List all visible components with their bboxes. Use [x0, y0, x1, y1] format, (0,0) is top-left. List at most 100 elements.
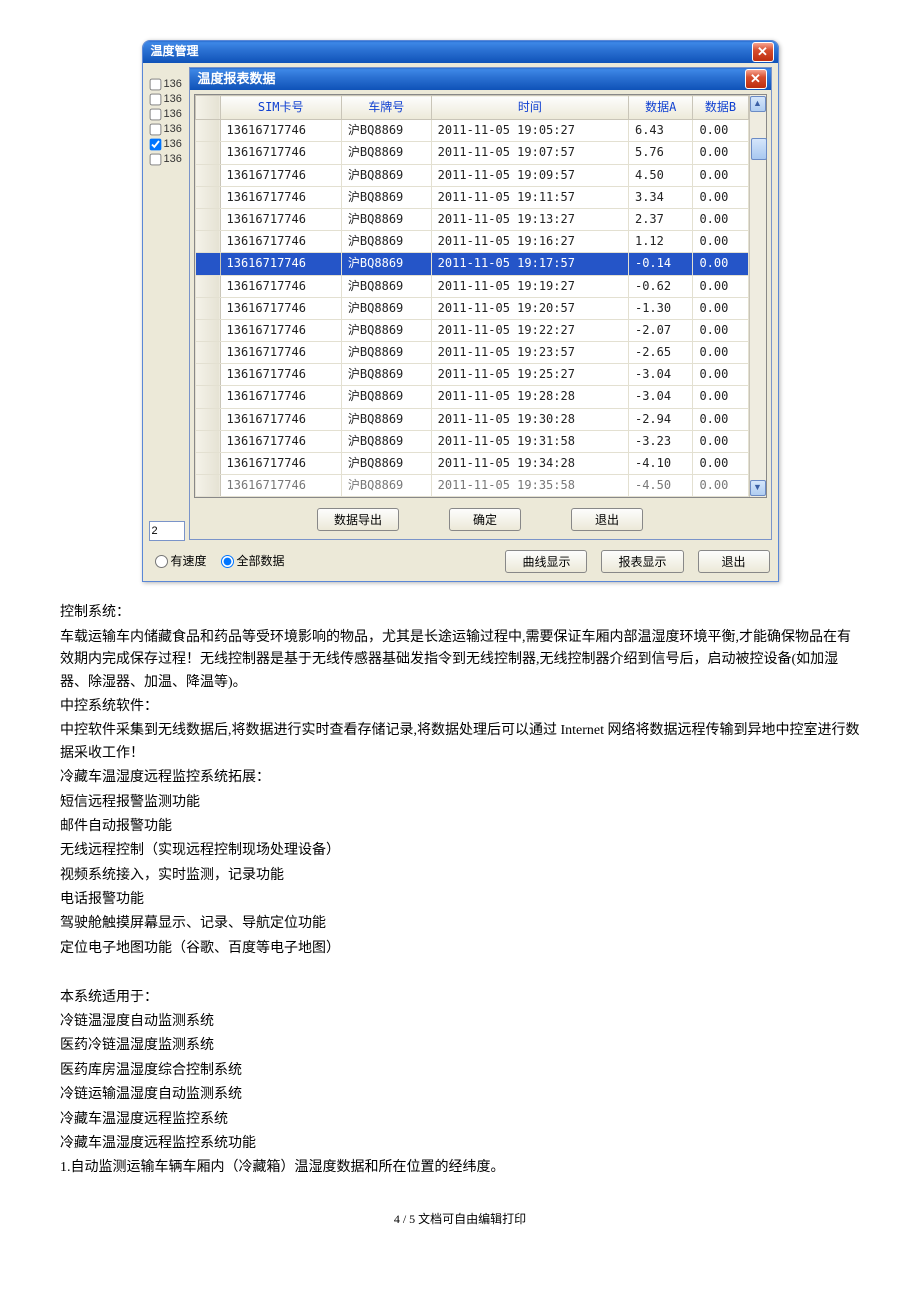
strip-checkbox[interactable]	[149, 109, 161, 121]
cell-a: 1.12	[628, 231, 692, 253]
scroll-down-icon[interactable]: ▼	[750, 480, 766, 496]
cell-sim: 13616717746	[220, 364, 341, 386]
exit-button[interactable]: 退出	[571, 508, 643, 531]
table-row[interactable]: 13616717746沪BQ88692011-11-05 19:28:28-3.…	[195, 386, 748, 408]
column-header[interactable]: 车牌号	[341, 96, 431, 120]
cell-time: 2011-11-05 19:35:58	[431, 475, 628, 497]
cell-sim: 13616717746	[220, 120, 341, 142]
body-paragraph: 1.自动监测运输车辆车厢内（冷藏箱）温湿度数据和所在位置的经纬度。	[60, 1157, 860, 1179]
cell-a: -4.50	[628, 475, 692, 497]
column-header[interactable]: 时间	[431, 96, 628, 120]
table-row[interactable]: 13616717746沪BQ88692011-11-05 19:13:272.3…	[195, 208, 748, 230]
inner-window: 温度报表数据 ✕ SIM卡号车牌号时间数据A数据B 13616717746沪BQ…	[189, 67, 772, 540]
cell-sim: 13616717746	[220, 164, 341, 186]
column-header[interactable]: 数据B	[693, 96, 748, 120]
cell-b: 0.00	[693, 319, 748, 341]
column-header[interactable]: SIM卡号	[220, 96, 341, 120]
radio-all[interactable]: 全部数据	[221, 552, 285, 571]
cell-b: 0.00	[693, 342, 748, 364]
body-paragraph: 中控系统软件：	[60, 696, 860, 718]
cell-sim: 13616717746	[220, 319, 341, 341]
table-button[interactable]: 报表显示	[601, 550, 683, 573]
body-paragraph: 视频系统接入，实时监测，记录功能	[60, 865, 860, 887]
table-row[interactable]: 13616717746沪BQ88692011-11-05 19:35:58-4.…	[195, 475, 748, 497]
table-row[interactable]: 13616717746沪BQ88692011-11-05 19:23:57-2.…	[195, 342, 748, 364]
strip-checkbox[interactable]	[149, 94, 161, 106]
strip-checkbox[interactable]	[149, 124, 161, 136]
table-row[interactable]: 13616717746沪BQ88692011-11-05 19:22:27-2.…	[195, 319, 748, 341]
cell-plate: 沪BQ8869	[341, 430, 431, 452]
table-row[interactable]: 13616717746沪BQ88692011-11-05 19:11:573.3…	[195, 186, 748, 208]
cell-time: 2011-11-05 19:20:57	[431, 297, 628, 319]
cell-a: -2.94	[628, 408, 692, 430]
outer-exit-button[interactable]: 退出	[698, 550, 770, 573]
strip-checkbox[interactable]	[149, 139, 161, 151]
radio-speed[interactable]: 有速度	[155, 552, 207, 571]
strip-checkbox[interactable]	[149, 79, 161, 91]
cell-time: 2011-11-05 19:07:57	[431, 142, 628, 164]
scroll-up-icon[interactable]: ▲	[750, 96, 766, 112]
cell-b: 0.00	[693, 253, 748, 275]
cell-plate: 沪BQ8869	[341, 453, 431, 475]
cell-b: 0.00	[693, 186, 748, 208]
cell-a: 6.43	[628, 120, 692, 142]
cell-time: 2011-11-05 19:17:57	[431, 253, 628, 275]
curve-button[interactable]: 曲线显示	[505, 550, 587, 573]
cell-a: -2.65	[628, 342, 692, 364]
body-paragraph: 冷链温湿度自动监测系统	[60, 1011, 860, 1033]
radio-all-input[interactable]	[221, 555, 234, 568]
cell-a: -3.23	[628, 430, 692, 452]
cell-sim: 13616717746	[220, 142, 341, 164]
table-row[interactable]: 13616717746沪BQ88692011-11-05 19:05:276.4…	[195, 120, 748, 142]
checkbox-strip: 136136136136136136	[149, 77, 187, 167]
body-paragraph: 无线远程控制（实现远程控制现场处理设备）	[60, 840, 860, 862]
table-row[interactable]: 13616717746沪BQ88692011-11-05 19:31:58-3.…	[195, 430, 748, 452]
close-icon[interactable]: ✕	[745, 69, 767, 89]
table-row[interactable]: 13616717746沪BQ88692011-11-05 19:34:28-4.…	[195, 453, 748, 475]
cell-a: -3.04	[628, 386, 692, 408]
radio-all-label: 全部数据	[237, 552, 285, 571]
body-paragraph: 车载运输车内储藏食品和药品等受环境影响的物品，尤其是长途运输过程中,需要保证车厢…	[60, 627, 860, 694]
export-button[interactable]: 数据导出	[317, 508, 399, 531]
row-stub	[195, 120, 220, 142]
cell-plate: 沪BQ8869	[341, 319, 431, 341]
small-number-input[interactable]	[149, 521, 185, 541]
table-row[interactable]: 13616717746沪BQ88692011-11-05 19:07:575.7…	[195, 142, 748, 164]
body-paragraph: 中控软件采集到无线数据后,将数据进行实时查看存储记录,将数据处理后可以通过 In…	[60, 720, 860, 765]
body-paragraph: 控制系统：	[60, 602, 860, 624]
row-stub	[195, 297, 220, 319]
strip-checkbox[interactable]	[149, 154, 161, 166]
scroll-track[interactable]	[751, 113, 765, 479]
table-row[interactable]: 13616717746沪BQ88692011-11-05 19:20:57-1.…	[195, 297, 748, 319]
ok-button[interactable]: 确定	[449, 508, 521, 531]
cell-a: -3.04	[628, 364, 692, 386]
inner-buttons: 数据导出 确定 退出	[190, 502, 771, 539]
cell-time: 2011-11-05 19:23:57	[431, 342, 628, 364]
radio-speed-input[interactable]	[155, 555, 168, 568]
cell-plate: 沪BQ8869	[341, 120, 431, 142]
cell-b: 0.00	[693, 208, 748, 230]
cell-plate: 沪BQ8869	[341, 342, 431, 364]
close-icon[interactable]: ✕	[752, 42, 774, 62]
table-row[interactable]: 13616717746沪BQ88692011-11-05 19:19:27-0.…	[195, 275, 748, 297]
scrollbar[interactable]: ▲ ▼	[749, 95, 766, 497]
table-row[interactable]: 13616717746沪BQ88692011-11-05 19:17:57-0.…	[195, 253, 748, 275]
table-row[interactable]: 13616717746沪BQ88692011-11-05 19:25:27-3.…	[195, 364, 748, 386]
cell-time: 2011-11-05 19:30:28	[431, 408, 628, 430]
table-row[interactable]: 13616717746沪BQ88692011-11-05 19:09:574.5…	[195, 164, 748, 186]
cell-b: 0.00	[693, 142, 748, 164]
cell-plate: 沪BQ8869	[341, 364, 431, 386]
table-row[interactable]: 13616717746沪BQ88692011-11-05 19:30:28-2.…	[195, 408, 748, 430]
data-table: SIM卡号车牌号时间数据A数据B 13616717746沪BQ88692011-…	[195, 95, 749, 497]
row-stub	[195, 164, 220, 186]
row-stub	[195, 408, 220, 430]
body-paragraph	[60, 962, 860, 984]
scroll-thumb[interactable]	[751, 138, 767, 160]
inner-titlebar[interactable]: 温度报表数据 ✕	[190, 68, 771, 90]
column-header[interactable]: 数据A	[628, 96, 692, 120]
body-paragraph: 冷藏车温湿度远程监控系统	[60, 1109, 860, 1131]
body-paragraph: 短信远程报警监测功能	[60, 792, 860, 814]
table-row[interactable]: 13616717746沪BQ88692011-11-05 19:16:271.1…	[195, 231, 748, 253]
strip-row[interactable]: 136	[149, 152, 187, 167]
outer-titlebar[interactable]: 温度管理 ✕	[143, 41, 778, 63]
